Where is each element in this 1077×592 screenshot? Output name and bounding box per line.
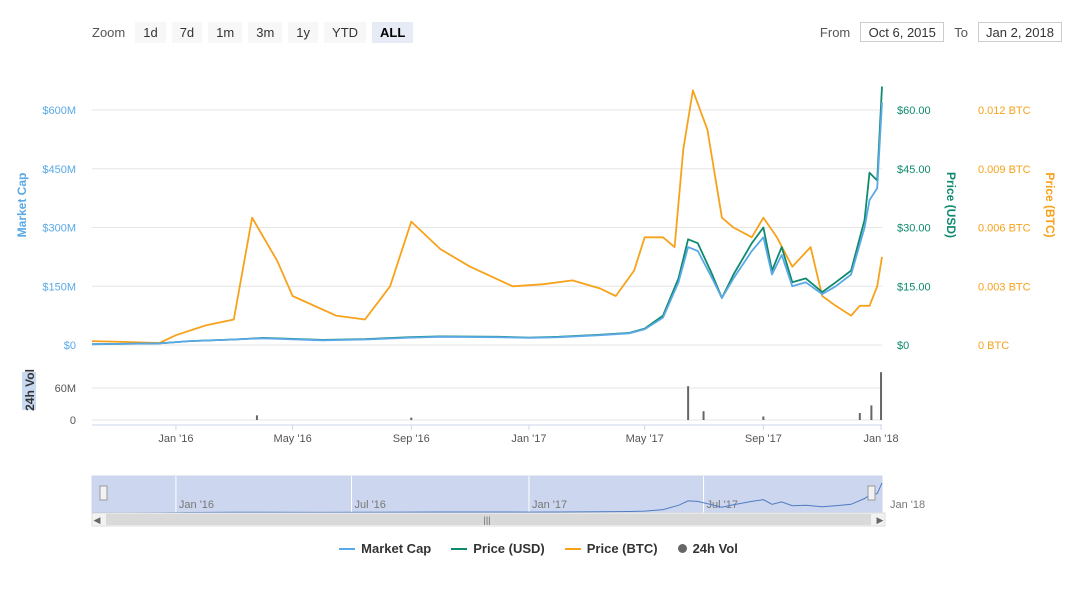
scrollbar-grip: ||| (483, 515, 490, 525)
market-cap-axis-title: Market Cap (15, 173, 29, 238)
price-usd-tick-label: $30.00 (897, 223, 931, 235)
price-btc-tick-label: 0.009 BTC (978, 164, 1031, 176)
navigator-tick-label: Jan '17 (532, 499, 567, 511)
chart-svg: $0 $0 0 BTC $150M $15.00 0.003 BTC $300M $30.00… (15, 86, 1057, 527)
navigator-right-handle (867, 485, 876, 501)
legend-price-usd-swatch (451, 547, 468, 550)
legend-item-price-usd[interactable]: Price (USD) (451, 541, 545, 556)
price-btc-tick-label: 0.006 BTC (978, 223, 1031, 235)
volume-bar (255, 415, 258, 420)
legend-24h-vol-label: 24h Vol (692, 541, 738, 556)
volume-bar (870, 405, 873, 420)
price-usd-tick-label: $45.00 (897, 164, 931, 176)
price-btc-tick-label: 0.012 BTC (978, 105, 1031, 117)
price-btc-axis-title: Price (BTC) (1043, 172, 1057, 237)
volume-axis-title: 24h Vol (23, 369, 37, 411)
price-usd-tick-label: $60.00 (897, 105, 931, 117)
legend-price-usd-label: Price (USD) (473, 541, 545, 556)
price-usd-line (91, 86, 883, 346)
navigator-tick-label: Jul '16 (354, 499, 385, 511)
price-btc-tick-label: 0 BTC (978, 340, 1009, 352)
market-cap-tick-label: $600M (42, 105, 76, 117)
price-btc-tick-label: 0.003 BTC (978, 281, 1031, 293)
x-axis-tick-label: Jan '18 (863, 433, 898, 445)
volume-tick-label: 0 (70, 415, 76, 427)
x-axis-tick-label: Jan '17 (511, 433, 546, 445)
navigator-tick-label: Jan '16 (179, 499, 214, 511)
volume-bar (410, 417, 413, 420)
market-cap-tick-label: $150M (42, 281, 76, 293)
scrollbar-left-arrow: ◀ (94, 515, 101, 525)
legend-item-market-cap[interactable]: Market Cap (339, 541, 431, 556)
legend-market-cap-label: Market Cap (361, 541, 432, 556)
legend-market-cap-swatch (339, 547, 356, 550)
price-usd-tick-label: $0 (897, 340, 909, 352)
x-axis-tick-label: May '17 (626, 433, 664, 445)
legend: Market Cap Price (USD) Price (BTC) 24h V… (0, 541, 1077, 556)
x-axis-tick-label: Sep '17 (745, 433, 782, 445)
x-axis-tick-label: Jan '16 (158, 433, 193, 445)
legend-price-btc-swatch (564, 547, 581, 550)
market-cap-tick-label: $300M (42, 223, 76, 235)
volume-bar (880, 372, 883, 420)
legend-item-price-btc[interactable]: Price (BTC) (564, 541, 658, 556)
price-usd-tick-label: $15.00 (897, 281, 931, 293)
legend-24h-vol-swatch (677, 544, 687, 553)
market-cap-tick-label: $0 (64, 340, 76, 352)
volume-tick-label: 60M (55, 383, 76, 395)
market-cap-tick-label: $450M (42, 164, 76, 176)
navigator-left-handle (99, 485, 108, 501)
x-axis-tick-label: Sep '16 (393, 433, 430, 445)
volume-bar (702, 411, 705, 420)
volume-bar (858, 413, 861, 420)
price-usd-axis-title: Price (USD) (944, 172, 958, 238)
market-cap-line (91, 102, 883, 346)
legend-price-btc-label: Price (BTC) (586, 541, 658, 556)
volume-bar (762, 416, 765, 420)
legend-item-24h-vol[interactable]: 24h Vol (677, 541, 738, 556)
x-axis-tick-label: May '16 (274, 433, 312, 445)
scrollbar-right-arrow: ▶ (877, 515, 884, 525)
navigator-tick-label: Jan '18 (890, 499, 925, 511)
volume-bar (687, 386, 690, 420)
price-btc-line (91, 89, 883, 344)
